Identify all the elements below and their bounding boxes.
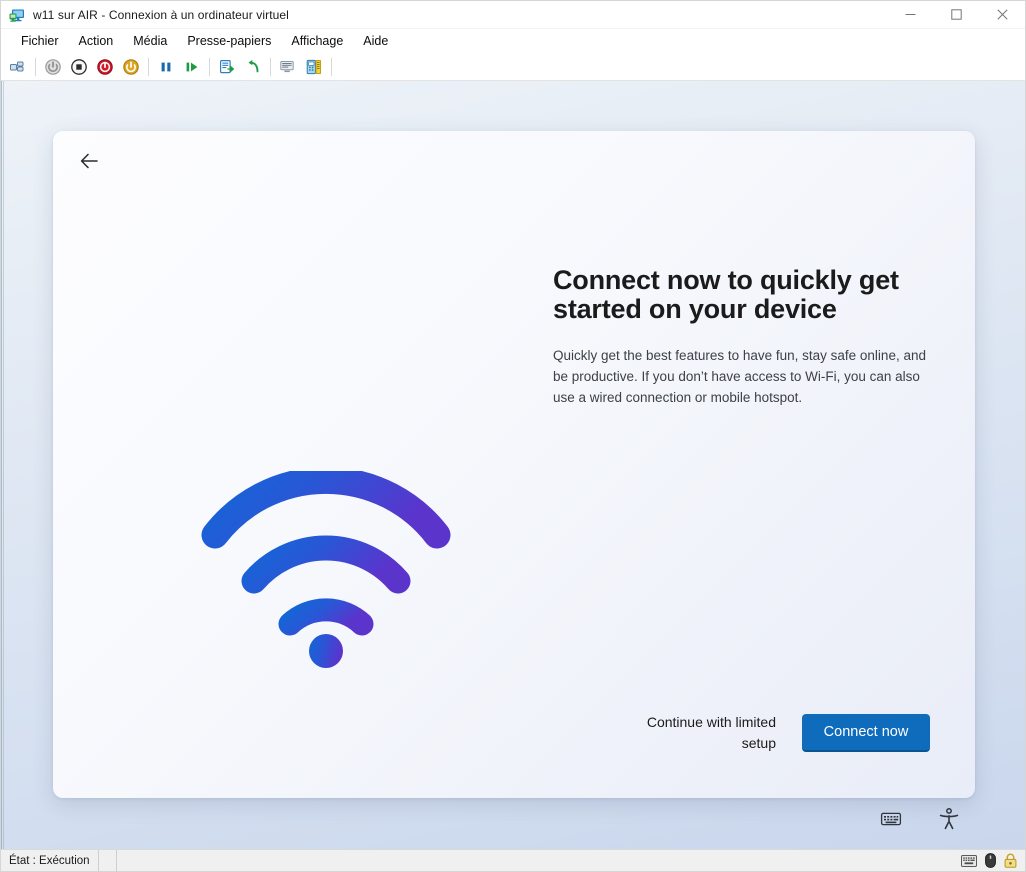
revert-icon (248, 59, 259, 72)
statusbar: État : Exécution (1, 849, 1025, 872)
status-state: État : Exécution (1, 849, 99, 872)
back-arrow-icon (80, 153, 98, 169)
window-controls (887, 1, 1025, 29)
continue-limited-setup-link[interactable]: Continue with limited setup (616, 712, 776, 753)
power-off-icon (45, 58, 61, 75)
maximize-button[interactable] (933, 1, 979, 29)
connect-now-button[interactable]: Connect now (802, 713, 930, 752)
pause-button[interactable] (153, 55, 179, 79)
guest-screen: Connect now to quickly get started on yo… (1, 81, 1025, 849)
menubar: Fichier Action Média Presse-papiers Affi… (1, 29, 1025, 53)
status-mouse-icon (985, 853, 996, 868)
virtual-machine-icon (9, 7, 25, 23)
accessibility-button[interactable] (935, 805, 963, 833)
checkpoint-icon (219, 59, 235, 73)
toolbar-separator (270, 57, 271, 76)
minimize-button[interactable] (887, 1, 933, 29)
enhanced-session-icon (306, 59, 322, 74)
power-off-button[interactable] (40, 55, 66, 79)
menu-item-media[interactable]: Média (123, 31, 177, 51)
toolbar-separator (35, 57, 36, 76)
menu-item-fichier[interactable]: Fichier (11, 31, 69, 51)
oobe-text-block: Connect now to quickly get started on yo… (553, 266, 933, 409)
start-icon (123, 58, 139, 75)
oobe-card: Connect now to quickly get started on yo… (53, 131, 975, 798)
oobe-actions: Continue with limited setup Connect now (616, 712, 930, 753)
shutdown-button[interactable] (66, 55, 92, 79)
wifi-icon (201, 466, 451, 671)
toolbar-separator (209, 57, 210, 76)
status-keyboard-icon (961, 854, 977, 867)
ctrl-alt-del-button[interactable] (5, 55, 31, 79)
basic-session-icon (280, 60, 294, 72)
enhanced-session-button[interactable] (301, 55, 327, 79)
menu-item-presse-papiers[interactable]: Presse-papiers (177, 31, 281, 51)
basic-session-button[interactable] (275, 55, 301, 79)
guest-screen-edge (1, 81, 4, 849)
checkpoint-button[interactable] (214, 55, 240, 79)
window-title: w11 sur AIR - Connexion à un ordinateur … (33, 7, 289, 22)
turn-off-button[interactable] (92, 55, 118, 79)
start-button[interactable] (118, 55, 144, 79)
close-button[interactable] (979, 1, 1025, 29)
menu-item-aide[interactable]: Aide (353, 31, 398, 51)
on-screen-keyboard-icon (880, 812, 902, 826)
status-extra-cell (99, 849, 117, 872)
status-icon-group (953, 853, 1025, 868)
on-screen-keyboard-button[interactable] (877, 805, 905, 833)
page-title: Connect now to quickly get started on yo… (553, 265, 899, 324)
shutdown-icon (71, 58, 87, 75)
accessibility-icon (939, 807, 959, 830)
revert-button[interactable] (240, 55, 266, 79)
status-lock-icon (1004, 853, 1017, 868)
resume-button[interactable] (179, 55, 205, 79)
turn-off-icon (97, 58, 113, 75)
titlebar: w11 sur AIR - Connexion à un ordinateur … (1, 1, 1025, 29)
toolbar-separator (331, 57, 332, 76)
page-description: Quickly get the best features to have fu… (553, 347, 926, 405)
back-button[interactable] (67, 141, 111, 181)
resume-icon (186, 62, 198, 71)
menu-item-action[interactable]: Action (69, 31, 124, 51)
vmconnect-window: w11 sur AIR - Connexion à un ordinateur … (0, 0, 1026, 872)
menu-item-affichage[interactable]: Affichage (281, 31, 353, 51)
oobe-utility-bar (877, 805, 963, 833)
toolbar-separator (148, 57, 149, 76)
toolbar (1, 53, 1025, 81)
pause-icon (161, 62, 171, 71)
ctrl-alt-del-icon (10, 61, 24, 71)
